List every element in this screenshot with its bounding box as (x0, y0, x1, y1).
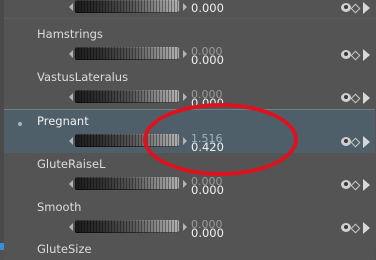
parameter-row[interactable]: 0.000 (4, 0, 375, 19)
diamond-key-icon[interactable] (350, 223, 361, 234)
parameter-row-hamstrings[interactable]: Hamstrings 0.000 0.000 (4, 23, 375, 67)
slider-track[interactable] (75, 47, 179, 60)
arrow-left-icon[interactable] (69, 180, 73, 188)
play-arrow-icon[interactable] (363, 49, 370, 61)
slider-track[interactable] (75, 0, 179, 13)
parameter-value[interactable]: 0.000 (191, 54, 224, 66)
diamond-key-icon[interactable] (350, 93, 361, 104)
parameter-row-smooth[interactable]: Smooth 0.000 0.000 (4, 196, 375, 240)
parameter-label: GluteRaiseL (37, 157, 106, 171)
eye-icon[interactable] (341, 50, 351, 59)
scroll-indicator (0, 243, 4, 250)
arrow-right-icon[interactable] (183, 93, 187, 101)
play-arrow-icon[interactable] (363, 92, 370, 104)
parameter-value[interactable]: 0.000 (191, 2, 224, 14)
arrow-left-icon[interactable] (69, 223, 73, 231)
parameter-label: Hamstrings (37, 27, 103, 41)
arrow-left-icon[interactable] (69, 137, 73, 145)
parameter-label: Smooth (37, 200, 82, 214)
parameter-panel: 0.000 Hamstrings 0.000 0.000 VastusLater… (0, 0, 376, 260)
diamond-key-icon[interactable] (350, 3, 361, 14)
parameter-slider[interactable] (59, 220, 188, 233)
eye-icon[interactable] (341, 3, 351, 12)
arrow-left-icon[interactable] (69, 93, 73, 101)
parameter-label: GluteSize (37, 242, 92, 256)
diamond-key-icon[interactable] (350, 50, 361, 61)
row-controls (341, 92, 373, 104)
diamond-key-icon[interactable] (350, 180, 361, 191)
annotation-highlight-oval (143, 103, 298, 176)
arrow-right-icon[interactable] (183, 3, 187, 11)
slider-track[interactable] (75, 177, 179, 190)
diamond-key-icon[interactable] (350, 137, 361, 148)
row-controls (341, 179, 373, 191)
row-controls (341, 222, 373, 234)
slider-track[interactable] (75, 220, 179, 233)
arrow-right-icon[interactable] (183, 180, 187, 188)
arrow-left-icon[interactable] (69, 3, 73, 11)
play-arrow-icon[interactable] (363, 136, 370, 148)
parameter-slider[interactable] (59, 47, 188, 60)
arrow-right-icon[interactable] (183, 223, 187, 231)
row-controls (341, 2, 373, 14)
row-controls (341, 136, 373, 148)
parameter-slider[interactable] (59, 177, 188, 190)
eye-icon[interactable] (341, 180, 351, 189)
play-arrow-icon[interactable] (363, 179, 370, 191)
eye-icon[interactable] (341, 223, 351, 232)
parameter-label: Pregnant (37, 114, 89, 128)
eye-icon[interactable] (341, 137, 351, 146)
panel-edge (0, 0, 4, 250)
parameter-value[interactable]: 0.000 (191, 184, 224, 196)
selected-bullet-icon (18, 122, 22, 126)
parameter-slider[interactable] (59, 90, 188, 103)
slider-track[interactable] (75, 90, 179, 103)
parameter-label: VastusLateralus (37, 70, 129, 84)
parameter-row-vastuslateralus[interactable]: VastusLateralus 0.000 0.000 (4, 66, 375, 110)
eye-icon[interactable] (341, 93, 351, 102)
play-arrow-icon[interactable] (363, 2, 370, 14)
arrow-left-icon[interactable] (69, 50, 73, 58)
row-controls (341, 49, 373, 61)
parameter-row-glutesize[interactable]: GluteSize (4, 238, 375, 260)
play-arrow-icon[interactable] (363, 222, 370, 234)
arrow-right-icon[interactable] (183, 50, 187, 58)
parameter-slider[interactable] (59, 0, 188, 13)
